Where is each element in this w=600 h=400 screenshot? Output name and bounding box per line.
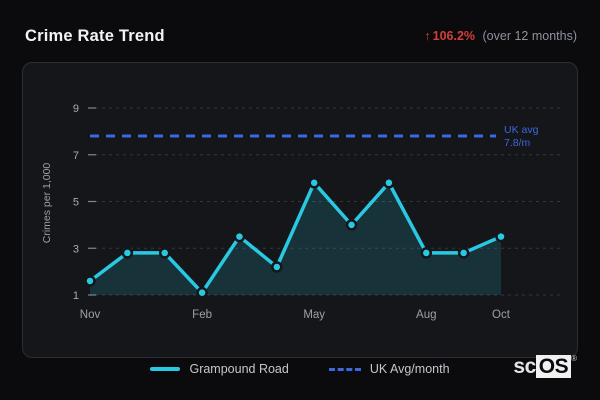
svg-text:3: 3: [73, 243, 79, 255]
page-title: Crime Rate Trend: [25, 27, 165, 45]
svg-text:May: May: [303, 309, 325, 321]
line-chart: 1 3 5 7 9 Crimes per 1,000 UK avg 7.8/m Nov Feb Ma…: [23, 63, 577, 357]
trend-up-arrow-icon: ↑: [424, 29, 431, 43]
svg-text:Crimes per 1,000: Crimes per 1,000: [41, 163, 53, 244]
svg-text:5: 5: [73, 197, 79, 209]
chart-panel: 1 3 5 7 9 Crimes per 1,000 UK avg 7.8/m Nov Feb Ma…: [22, 62, 578, 358]
solid-line-swatch-icon: [150, 367, 181, 371]
svg-text:9: 9: [73, 103, 79, 115]
trend-percentage: 106.2%: [432, 29, 476, 43]
dashed-line-swatch-icon: [328, 367, 361, 371]
trend-indicator: ↑ 106.2% (over 12 months): [424, 29, 577, 43]
header: Crime Rate Trend ↑ 106.2% (over 12 months…: [0, 0, 600, 56]
legend-item-grampound-road: Grampound Road: [150, 362, 289, 376]
svg-text:Feb: Feb: [192, 309, 212, 321]
svg-text:Oct: Oct: [492, 309, 511, 321]
chart-legend: Grampound Road UK Avg/month: [22, 358, 578, 380]
svg-text:UK avg: UK avg: [504, 124, 539, 136]
scos-logo: sc OS ®: [513, 354, 577, 380]
registered-trademark-icon: ®: [571, 354, 577, 363]
logo-prefix: sc: [513, 355, 536, 378]
svg-text:7: 7: [73, 150, 79, 162]
legend-label-uk-avg: UK Avg/month: [369, 362, 450, 376]
svg-text:1: 1: [73, 290, 79, 302]
legend-item-uk-avg: UK Avg/month: [328, 362, 450, 376]
svg-text:Nov: Nov: [80, 309, 101, 321]
legend-label-grampound-road: Grampound Road: [189, 362, 289, 376]
crime-rate-widget: Crime Rate Trend ↑ 106.2% (over 12 months…: [0, 0, 600, 400]
logo-suffix: OS: [535, 355, 572, 378]
trend-period-label: (over 12 months): [482, 29, 577, 43]
svg-text:Aug: Aug: [416, 309, 436, 321]
svg-text:7.8/m: 7.8/m: [504, 137, 531, 149]
